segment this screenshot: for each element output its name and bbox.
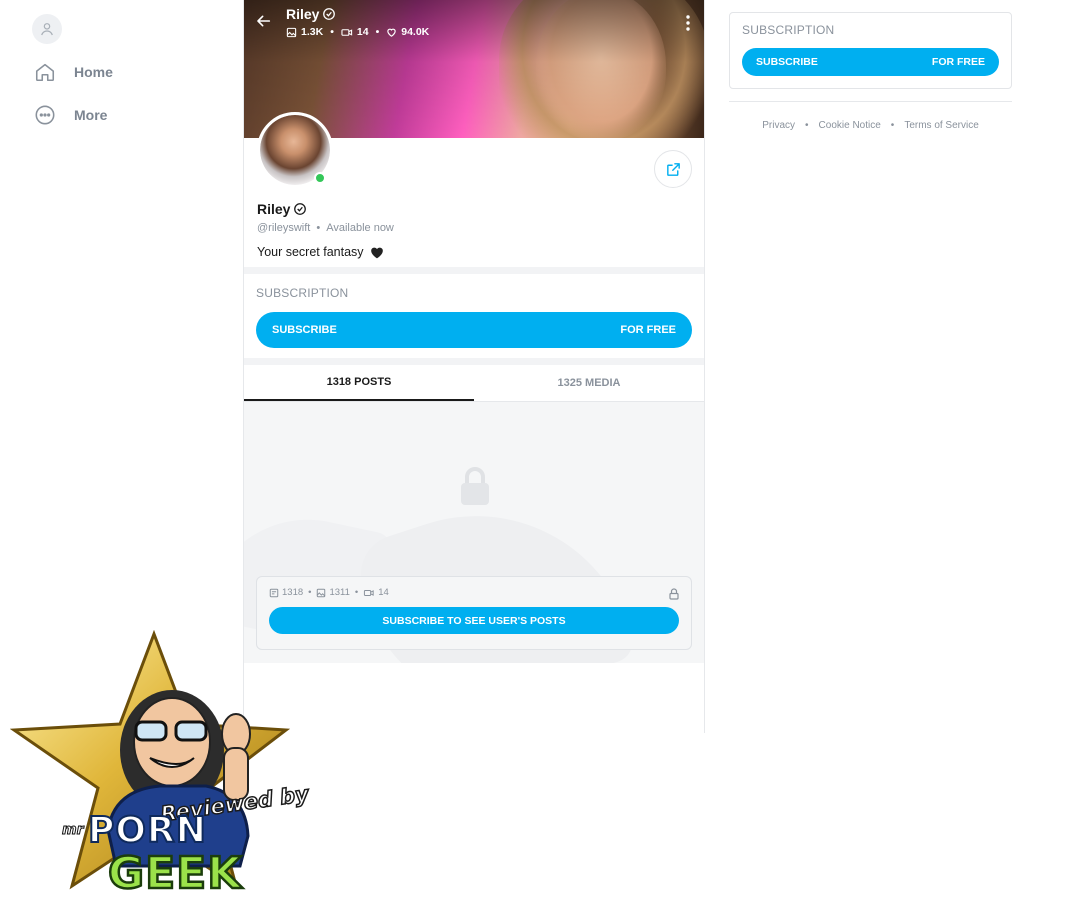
more-vertical-icon[interactable] [684, 14, 692, 32]
home-icon [30, 57, 60, 87]
sidebar-subscription-title: SUBSCRIPTION [742, 23, 835, 37]
videos-count: 14 [356, 26, 369, 38]
locked-posts-count: 1318 [282, 587, 304, 598]
profile-handle: @rileyswift [257, 222, 311, 234]
locked-photos-count: 1311 [329, 587, 350, 598]
watermark-word1: PORN [87, 809, 207, 852]
locked-posts-card: 1318 • 1311 • 14 SUBSCRIBE TO SEE USER'S… [256, 576, 692, 650]
heart-icon [387, 28, 396, 37]
back-button[interactable] [256, 6, 274, 36]
video-icon [341, 28, 353, 36]
left-nav: Home More [30, 14, 210, 130]
video-icon [364, 589, 374, 596]
post-icon [269, 588, 279, 597]
tab-media[interactable]: 1325 MEDIA [474, 365, 704, 401]
content-tabs: 1318 POSTS 1325 MEDIA [244, 365, 704, 402]
more-circle-icon [30, 100, 60, 130]
availability-status: Available now [326, 222, 394, 234]
page: Home More Riley 1.3K • 14 • 94.0K Riley … [0, 0, 1072, 916]
online-indicator [314, 172, 326, 184]
privacy-link[interactable]: Privacy [762, 120, 795, 131]
profile-info: Riley @rileyswift • Available now Your s… [244, 112, 704, 274]
reviewed-by-watermark: Reviewed by mr PORN GEEK [10, 630, 311, 910]
tab-posts[interactable]: 1318 POSTS [244, 365, 474, 401]
image-icon [286, 27, 297, 37]
footer-links: Privacy • Cookie Notice • Terms of Servi… [762, 120, 979, 131]
nav-item-more[interactable]: More [30, 100, 210, 130]
cover-name: Riley [286, 6, 320, 22]
image-icon [317, 588, 326, 597]
share-icon [666, 162, 680, 176]
photos-count: 1.3K [301, 26, 324, 38]
profile-column: Riley 1.3K • 14 • 94.0K Riley @rileyswif… [243, 0, 705, 733]
subscribe-to-see-posts-button[interactable]: SUBSCRIBE TO SEE USER'S POSTS [269, 607, 679, 634]
divider [729, 101, 1012, 102]
arrow-left-icon [257, 15, 271, 27]
locked-videos-count: 14 [378, 587, 389, 598]
user-icon [41, 23, 53, 36]
cover-header: Riley 1.3K • 14 • 94.0K [244, 0, 704, 44]
subscription-section: SUBSCRIPTION SUBSCRIBE FOR FREE [244, 274, 704, 365]
subscription-title: SUBSCRIPTION [256, 286, 349, 300]
likes-count: 94.0K [401, 26, 430, 38]
watermark-word2: GEEK [107, 847, 243, 901]
nav-item-label: Home [74, 64, 113, 80]
small-lock-icon [669, 588, 679, 600]
watermark-mr: mr [62, 822, 84, 839]
subscribe-button[interactable]: SUBSCRIBE FOR FREE [256, 312, 692, 348]
sidebar-subscription: SUBSCRIPTION SUBSCRIBE FOR FREE [729, 12, 1012, 89]
nav-item-label: More [74, 107, 108, 123]
profile-name: Riley [257, 201, 291, 217]
verified-icon [323, 8, 336, 20]
profile-bio: Your secret fantasy [257, 245, 364, 259]
user-avatar[interactable] [32, 14, 62, 44]
cover-stats: 1.3K • 14 • 94.0K [286, 26, 429, 38]
share-button[interactable] [654, 150, 692, 188]
black-heart-icon [370, 247, 383, 258]
terms-link[interactable]: Terms of Service [904, 120, 978, 131]
verified-icon [294, 203, 307, 215]
sidebar-subscribe-button[interactable]: SUBSCRIBE FOR FREE [742, 48, 999, 76]
cookie-notice-link[interactable]: Cookie Notice [819, 120, 881, 131]
nav-item-home[interactable]: Home [30, 57, 210, 87]
locked-content: 1318 • 1311 • 14 SUBSCRIBE TO SEE USER'S… [244, 402, 704, 663]
lock-icon [461, 467, 489, 505]
